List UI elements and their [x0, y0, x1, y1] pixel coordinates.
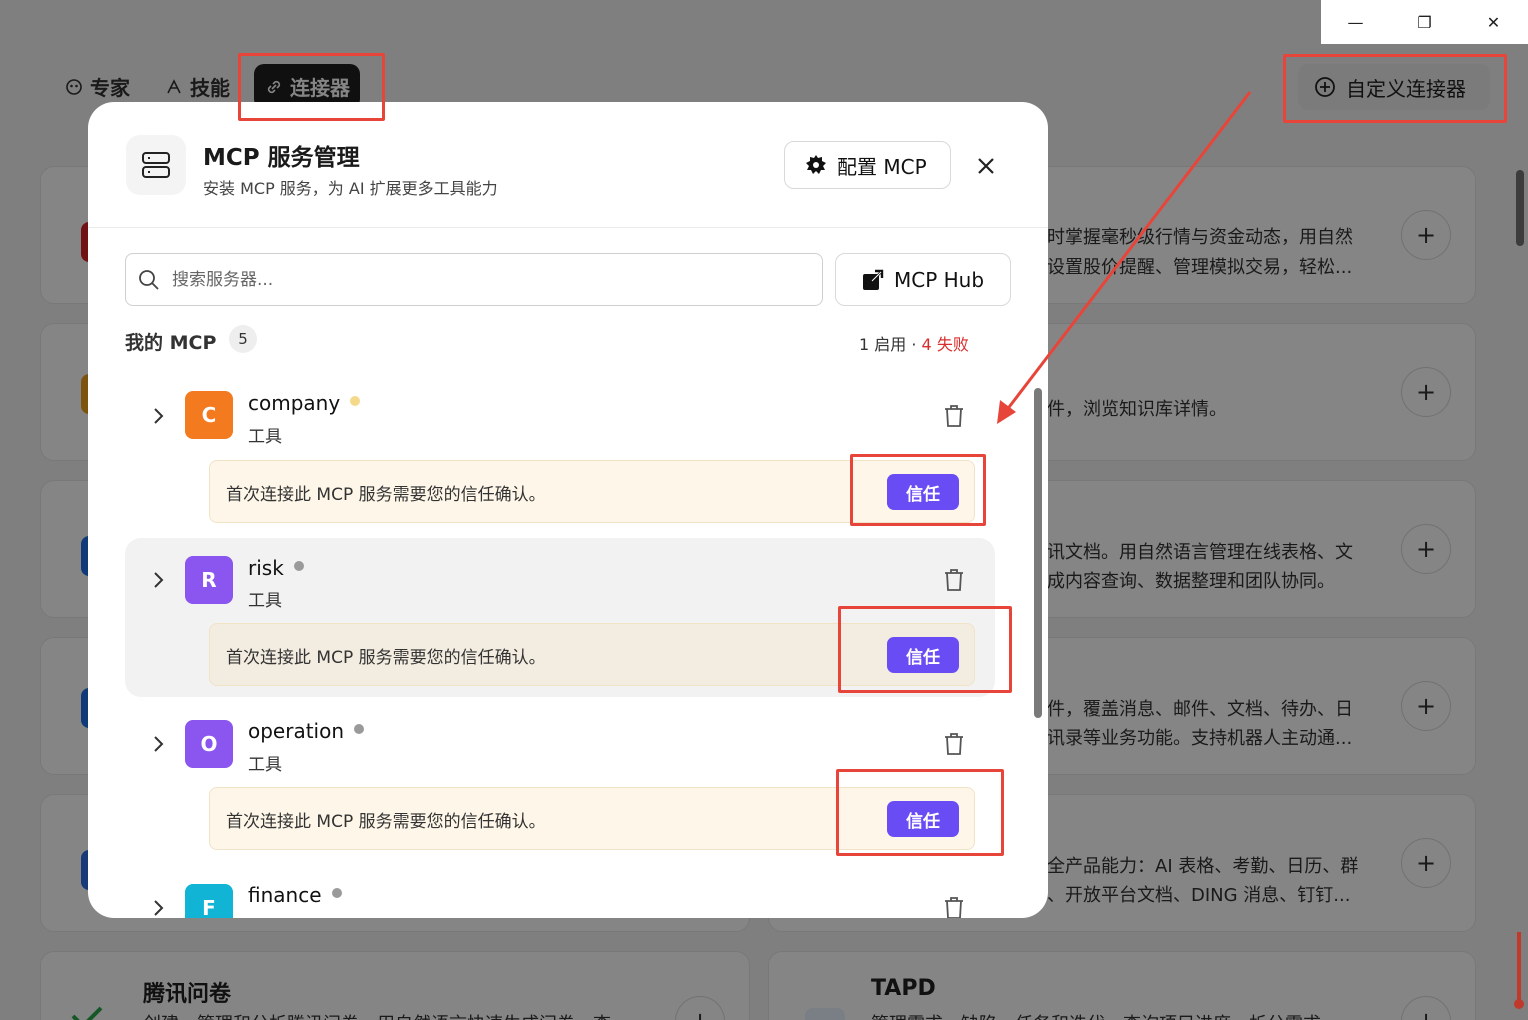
- close-window-button[interactable]: ✕: [1459, 0, 1528, 44]
- minimize-button[interactable]: —: [1321, 0, 1390, 44]
- window-controls: — ❐ ✕: [1321, 0, 1528, 44]
- annotation-arrow: [997, 91, 1252, 424]
- restore-button[interactable]: ❐: [1390, 0, 1459, 44]
